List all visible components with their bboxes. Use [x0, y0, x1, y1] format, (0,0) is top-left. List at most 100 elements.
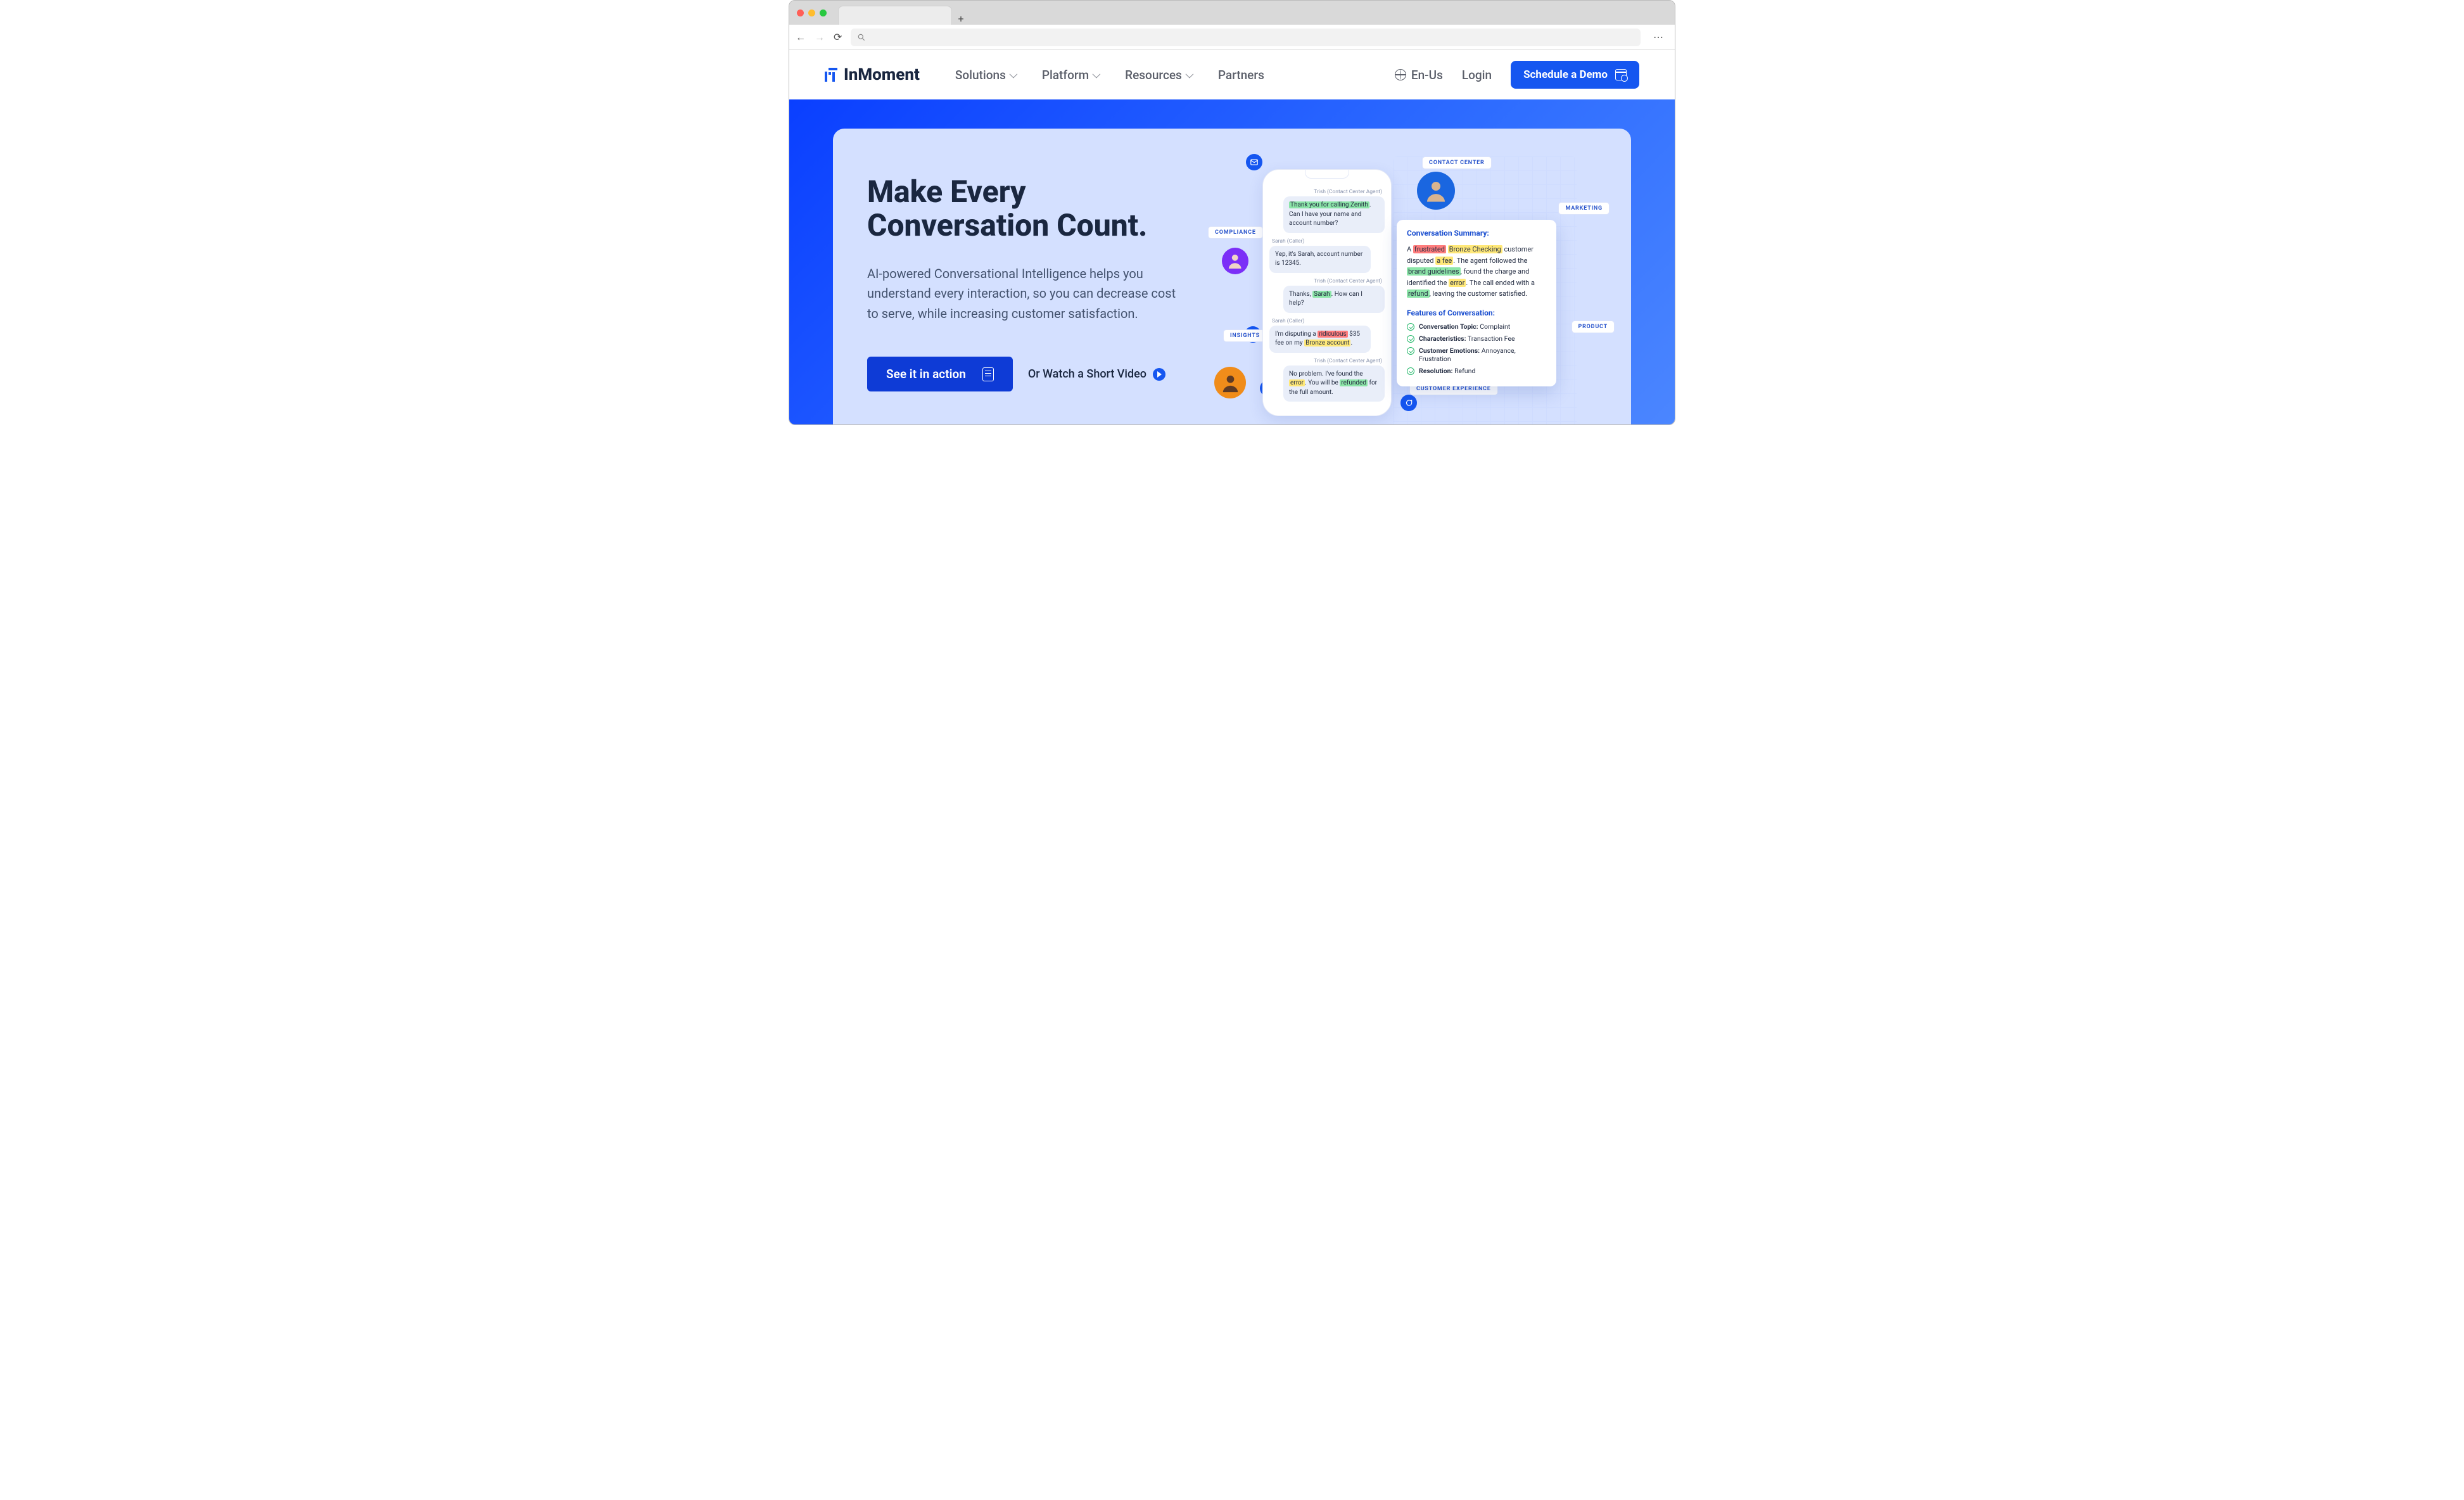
tag-insights: INSIGHTS	[1223, 329, 1267, 342]
chat-sender-label: Trish (Contact Center Agent)	[1269, 189, 1385, 195]
nav-solutions[interactable]: Solutions	[955, 68, 1015, 82]
summary-highlight: Bronze Checking	[1448, 245, 1502, 253]
chat-sender-label: Trish (Contact Center Agent)	[1269, 358, 1385, 364]
brand-name: InMoment	[844, 65, 920, 84]
tag-product: PRODUCT	[1572, 321, 1615, 333]
chat-bubble-agent: Thank you for calling Zenith. Can I have…	[1283, 196, 1385, 233]
schedule-demo-button[interactable]: Schedule a Demo	[1511, 61, 1639, 89]
feature-label: Customer Emotions:	[1419, 346, 1480, 355]
chat-highlight: refunded	[1340, 379, 1368, 386]
browser-tab[interactable]	[838, 6, 952, 25]
chat-bubble-caller: Yep, it's Sarah, account number is 12345…	[1269, 246, 1371, 273]
check-icon	[1407, 367, 1414, 375]
maximize-window-button[interactable]	[820, 10, 827, 16]
schedule-demo-label: Schedule a Demo	[1523, 68, 1608, 81]
hero-headline-line2: Conversation Count.	[867, 207, 1147, 243]
language-label: En-Us	[1411, 68, 1443, 82]
mail-icon	[1246, 154, 1262, 170]
conversation-summary-card: Conversation Summary: A frustrated Bronz…	[1397, 220, 1556, 386]
check-icon	[1407, 323, 1414, 331]
nav-partners[interactable]: Partners	[1218, 68, 1264, 82]
chat-highlight: Thank you for calling Zenith	[1289, 201, 1369, 208]
features-list: Conversation Topic: Complaint Characteri…	[1407, 322, 1546, 375]
feature-item: Resolution: Refund	[1407, 367, 1546, 375]
login-link[interactable]: Login	[1462, 68, 1492, 82]
feature-label: Characteristics:	[1419, 334, 1466, 343]
watch-video-link[interactable]: Or Watch a Short Video	[1028, 367, 1165, 381]
chat-highlight: error	[1289, 379, 1305, 386]
search-icon	[857, 33, 866, 42]
url-bar[interactable]	[851, 29, 1641, 46]
hero-section: Make Every Conversation Count. AI-powere…	[789, 99, 1675, 424]
nav-resources[interactable]: Resources	[1125, 68, 1191, 82]
feature-value: Complaint	[1478, 322, 1511, 331]
minimize-window-button[interactable]	[808, 10, 815, 16]
check-icon	[1407, 347, 1414, 355]
language-selector[interactable]: En-Us	[1395, 68, 1443, 82]
nav-resources-label: Resources	[1125, 68, 1182, 82]
chevron-down-icon	[1009, 70, 1017, 78]
brand-logo[interactable]: InMoment	[825, 65, 920, 84]
tag-contact-center: CONTACT CENTER	[1422, 156, 1492, 169]
forward-button[interactable]: →	[815, 31, 825, 44]
chat-sender-label: Trish (Contact Center Agent)	[1269, 278, 1385, 284]
summary-highlight: refund	[1407, 289, 1430, 298]
feature-item: Conversation Topic: Complaint	[1407, 322, 1546, 331]
feature-value: Refund	[1452, 367, 1475, 375]
see-it-in-action-button[interactable]: See it in action	[867, 357, 1013, 391]
site-header: InMoment Solutions Platform Resources Pa…	[789, 50, 1675, 99]
watch-video-label: Or Watch a Short Video	[1028, 367, 1146, 381]
browser-toolbar: ← → ⟳ ⋯	[789, 25, 1675, 50]
new-tab-button[interactable]: +	[952, 13, 970, 25]
back-button[interactable]: ←	[796, 31, 806, 44]
avatar	[1417, 172, 1455, 210]
chat-text: Thanks,	[1289, 291, 1312, 298]
calendar-icon	[1615, 69, 1627, 80]
globe-icon	[1395, 69, 1406, 80]
tag-compliance: COMPLIANCE	[1208, 226, 1263, 239]
avatar	[1214, 367, 1246, 398]
summary-text: . The agent followed the	[1453, 257, 1527, 265]
summary-highlight: frustrated	[1413, 245, 1446, 253]
chat-bubble-agent: Thanks, Sarah. How can I help?	[1283, 286, 1385, 313]
nav-solutions-label: Solutions	[955, 68, 1006, 82]
check-icon	[1407, 335, 1414, 343]
chevron-down-icon	[1185, 70, 1193, 78]
close-window-button[interactable]	[797, 10, 804, 16]
tag-marketing: MARKETING	[1558, 202, 1610, 215]
summary-title: Conversation Summary:	[1407, 229, 1546, 238]
summary-highlight: error	[1449, 279, 1466, 287]
summary-text: A	[1407, 245, 1413, 253]
window-controls	[797, 10, 827, 16]
chat-highlight: Bronze account	[1304, 340, 1350, 346]
chat-sender-label: Sarah (Caller)	[1269, 318, 1385, 324]
hero-headline: Make Every Conversation Count.	[867, 175, 1184, 243]
summary-highlight: a fee	[1435, 257, 1453, 265]
summary-text: , leaving the customer satisfied.	[1430, 289, 1527, 298]
chat-icon	[1400, 395, 1417, 411]
feature-label: Conversation Topic:	[1419, 322, 1478, 331]
nav-partners-label: Partners	[1218, 68, 1264, 82]
summary-body: A frustrated Bronze Checking customer di…	[1407, 244, 1546, 300]
summary-text: . The call ended with a	[1466, 279, 1535, 287]
hero-headline-line1: Make Every	[867, 174, 1026, 210]
feature-item: Customer Emotions: Annoyance, Frustratio…	[1407, 346, 1546, 363]
reload-button[interactable]: ⟳	[834, 31, 842, 43]
feature-value: Transaction Fee	[1466, 334, 1515, 343]
browser-title-bar: +	[789, 1, 1675, 25]
chat-text: .	[1350, 340, 1352, 346]
chevron-down-icon	[1093, 70, 1101, 78]
summary-highlight: brand guidelines	[1407, 267, 1461, 276]
play-icon	[1153, 368, 1165, 381]
feature-label: Resolution:	[1419, 367, 1452, 375]
chat-text: No problem. I've found the	[1289, 371, 1363, 378]
hero-illustration: COMPLIANCE INSIGHTS CONTACT CENTER MARKE…	[1197, 154, 1597, 391]
browser-menu-button[interactable]: ⋯	[1649, 31, 1668, 43]
logo-mark-icon	[825, 68, 837, 82]
nav-platform[interactable]: Platform	[1042, 68, 1098, 82]
tab-strip: +	[838, 1, 970, 25]
primary-cta-label: See it in action	[886, 367, 966, 381]
chat-bubble-agent: No problem. I've found the error. You wi…	[1283, 365, 1385, 402]
phone-notch	[1305, 170, 1349, 179]
chat-sender-label: Sarah (Caller)	[1269, 238, 1385, 245]
